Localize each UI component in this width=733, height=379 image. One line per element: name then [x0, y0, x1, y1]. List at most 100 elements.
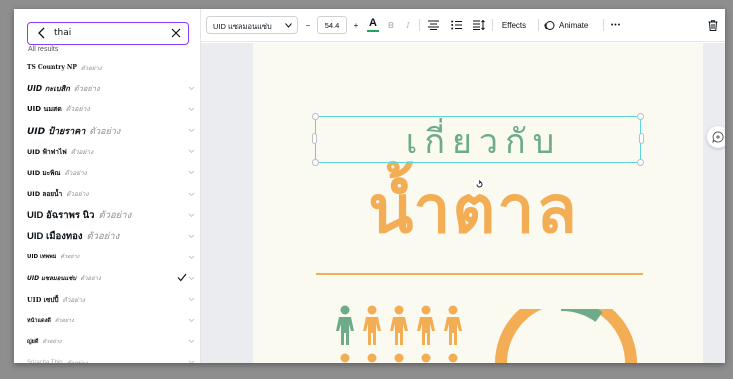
person-figure — [390, 305, 408, 363]
effects-button[interactable]: Effects — [496, 16, 532, 34]
font-sample: ตัวอย่าง — [98, 209, 132, 221]
font-list-item[interactable]: UID ลอยน้ำ ตัวอย่าง — [27, 184, 197, 205]
font-list-item[interactable]: UID เมืองทอง ตัวอย่าง — [27, 226, 197, 247]
font-panel: All results TS Country NPตัวอย่างUID กะเ… — [14, 9, 201, 363]
chevron-left-icon[interactable] — [35, 25, 49, 41]
font-sample: ตัวอย่าง — [54, 317, 74, 324]
font-name: UID มะพิณ — [27, 169, 61, 178]
list-button[interactable] — [448, 16, 464, 34]
close-icon[interactable] — [170, 26, 182, 40]
font-list-item[interactable]: UID มะพิณ ตัวอย่าง — [27, 162, 197, 183]
delete-button[interactable] — [706, 16, 720, 34]
heading-line-2[interactable]: น้ำตาล — [301, 157, 646, 262]
font-list-item[interactable]: UID ฟ้าฟาไฟ ตัวอย่าง — [27, 141, 197, 162]
font-sample: ตัวอย่าง — [73, 83, 100, 93]
font-size-decrease-button[interactable]: − — [302, 16, 314, 34]
font-list-item[interactable]: ญ่ยดี ตัวอย่าง — [27, 331, 197, 352]
text-color-button[interactable]: A — [365, 16, 381, 34]
editor-window: All results TS Country NPตัวอย่างUID กะเ… — [14, 9, 725, 363]
align-center-icon — [427, 20, 439, 30]
italic-button[interactable]: I — [402, 16, 414, 34]
font-name: UID เมืองทอง — [27, 230, 83, 242]
check-icon — [177, 273, 187, 282]
font-list-item[interactable]: UID อัฉราพร นิว ตัวอย่าง — [27, 205, 197, 226]
person-figure — [444, 305, 462, 363]
font-list-item[interactable]: UID ป้ายราคา ตัวอย่าง — [27, 120, 197, 141]
chevron-down-icon[interactable] — [188, 85, 195, 92]
design-page[interactable]: น้ำตาล เกี่ยวกับ — [253, 43, 703, 363]
font-sample: ตัวอย่าง — [64, 169, 87, 178]
chevron-down-icon — [285, 23, 292, 28]
people-infographic[interactable] — [335, 305, 475, 363]
resize-handle[interactable] — [312, 113, 319, 120]
resize-handle[interactable] — [639, 133, 644, 144]
chevron-down-icon[interactable] — [188, 275, 195, 282]
font-name: UID ฟ้าฟาไฟ — [27, 147, 67, 156]
person-figure — [417, 305, 435, 363]
more-options-button[interactable]: ••• — [607, 16, 625, 34]
font-list-item[interactable]: หน้าแดงดี ตัวอย่าง — [27, 310, 197, 331]
font-name: ญ่ยดี — [27, 338, 39, 345]
resize-handle[interactable] — [637, 159, 644, 166]
text-color-letter: A — [369, 17, 377, 29]
add-comment-button[interactable] — [707, 126, 725, 148]
chevron-down-icon[interactable] — [188, 338, 195, 345]
resize-handle[interactable] — [637, 113, 644, 120]
chevron-down-icon[interactable] — [188, 106, 195, 113]
font-list-item[interactable]: UID แซลมอนแซ่บ ตัวอย่าง — [27, 268, 197, 289]
font-family-value: UID แซลมอนแซ่บ — [213, 22, 272, 31]
font-name: Sriracha Thin — [27, 359, 63, 363]
bold-button[interactable]: B — [385, 16, 397, 34]
font-size-input[interactable]: 54.4 — [317, 16, 347, 34]
font-search-box[interactable] — [27, 22, 189, 45]
add-comment-icon — [712, 131, 724, 143]
font-name: UID ลอยน้ำ — [27, 190, 63, 199]
font-sample: ตัวอย่าง — [62, 295, 85, 304]
font-list-item[interactable]: Sriracha Thin ตัวอย่าง — [27, 352, 197, 363]
font-list-item[interactable]: TS Country NP ตัวอย่าง — [27, 57, 197, 78]
chevron-down-icon[interactable] — [188, 127, 195, 134]
font-name: UID ป้ายราคา — [27, 126, 86, 137]
font-sample: ตัวอย่าง — [80, 64, 102, 72]
donut-chart-graphic[interactable] — [491, 309, 641, 363]
align-button[interactable] — [425, 16, 441, 34]
font-name: UID เทพพม — [27, 254, 57, 261]
chevron-down-icon[interactable] — [188, 191, 195, 198]
spacing-button[interactable] — [471, 16, 487, 34]
text-color-swatch — [367, 30, 379, 32]
font-name: UID กะเบสิก — [27, 83, 70, 93]
chevron-down-icon[interactable] — [188, 254, 195, 261]
animate-icon — [544, 20, 555, 30]
chevron-down-icon[interactable] — [188, 359, 195, 363]
chevron-down-icon[interactable] — [188, 148, 195, 155]
chevron-down-icon[interactable] — [188, 169, 195, 176]
person-figure — [363, 305, 381, 363]
font-list-item[interactable]: UID นมสด ตัวอย่าง — [27, 99, 197, 120]
font-list-item[interactable]: UID กะเบสิก ตัวอย่าง — [27, 78, 197, 99]
rotate-icon[interactable] — [474, 179, 485, 190]
font-sample: ตัวอย่าง — [66, 190, 89, 199]
chevron-down-icon[interactable] — [188, 212, 195, 219]
resize-handle[interactable] — [312, 159, 319, 166]
font-name: UID แซลมอนแซ่บ — [27, 275, 77, 283]
font-name: TS Country NP — [27, 64, 77, 72]
chevron-down-icon[interactable] — [188, 317, 195, 324]
font-list-item[interactable]: UID เทพพม ตัวอย่าง — [27, 247, 197, 268]
text-selection-box[interactable] — [312, 113, 644, 166]
font-list-item[interactable]: UID เซปปี้ ตัวอย่าง — [27, 289, 197, 310]
animate-button[interactable]: Animate — [544, 16, 600, 34]
person-figure — [336, 305, 354, 363]
font-sample: ตัวอย่าง — [42, 338, 62, 345]
divider-line[interactable] — [316, 273, 643, 275]
toolbar-divider — [492, 19, 493, 31]
chevron-down-icon[interactable] — [188, 233, 195, 240]
font-search-input[interactable] — [54, 25, 164, 41]
bullet-list-icon — [450, 20, 462, 30]
font-family-select[interactable]: UID แซลมอนแซ่บ — [206, 16, 298, 34]
chevron-down-icon[interactable] — [188, 296, 195, 303]
font-sample: ตัวอย่าง — [86, 230, 120, 242]
font-name: UID นมสด — [27, 105, 62, 114]
resize-handle[interactable] — [312, 133, 317, 144]
font-size-increase-button[interactable]: + — [350, 16, 362, 34]
font-sample: ตัวอย่าง — [80, 275, 101, 283]
